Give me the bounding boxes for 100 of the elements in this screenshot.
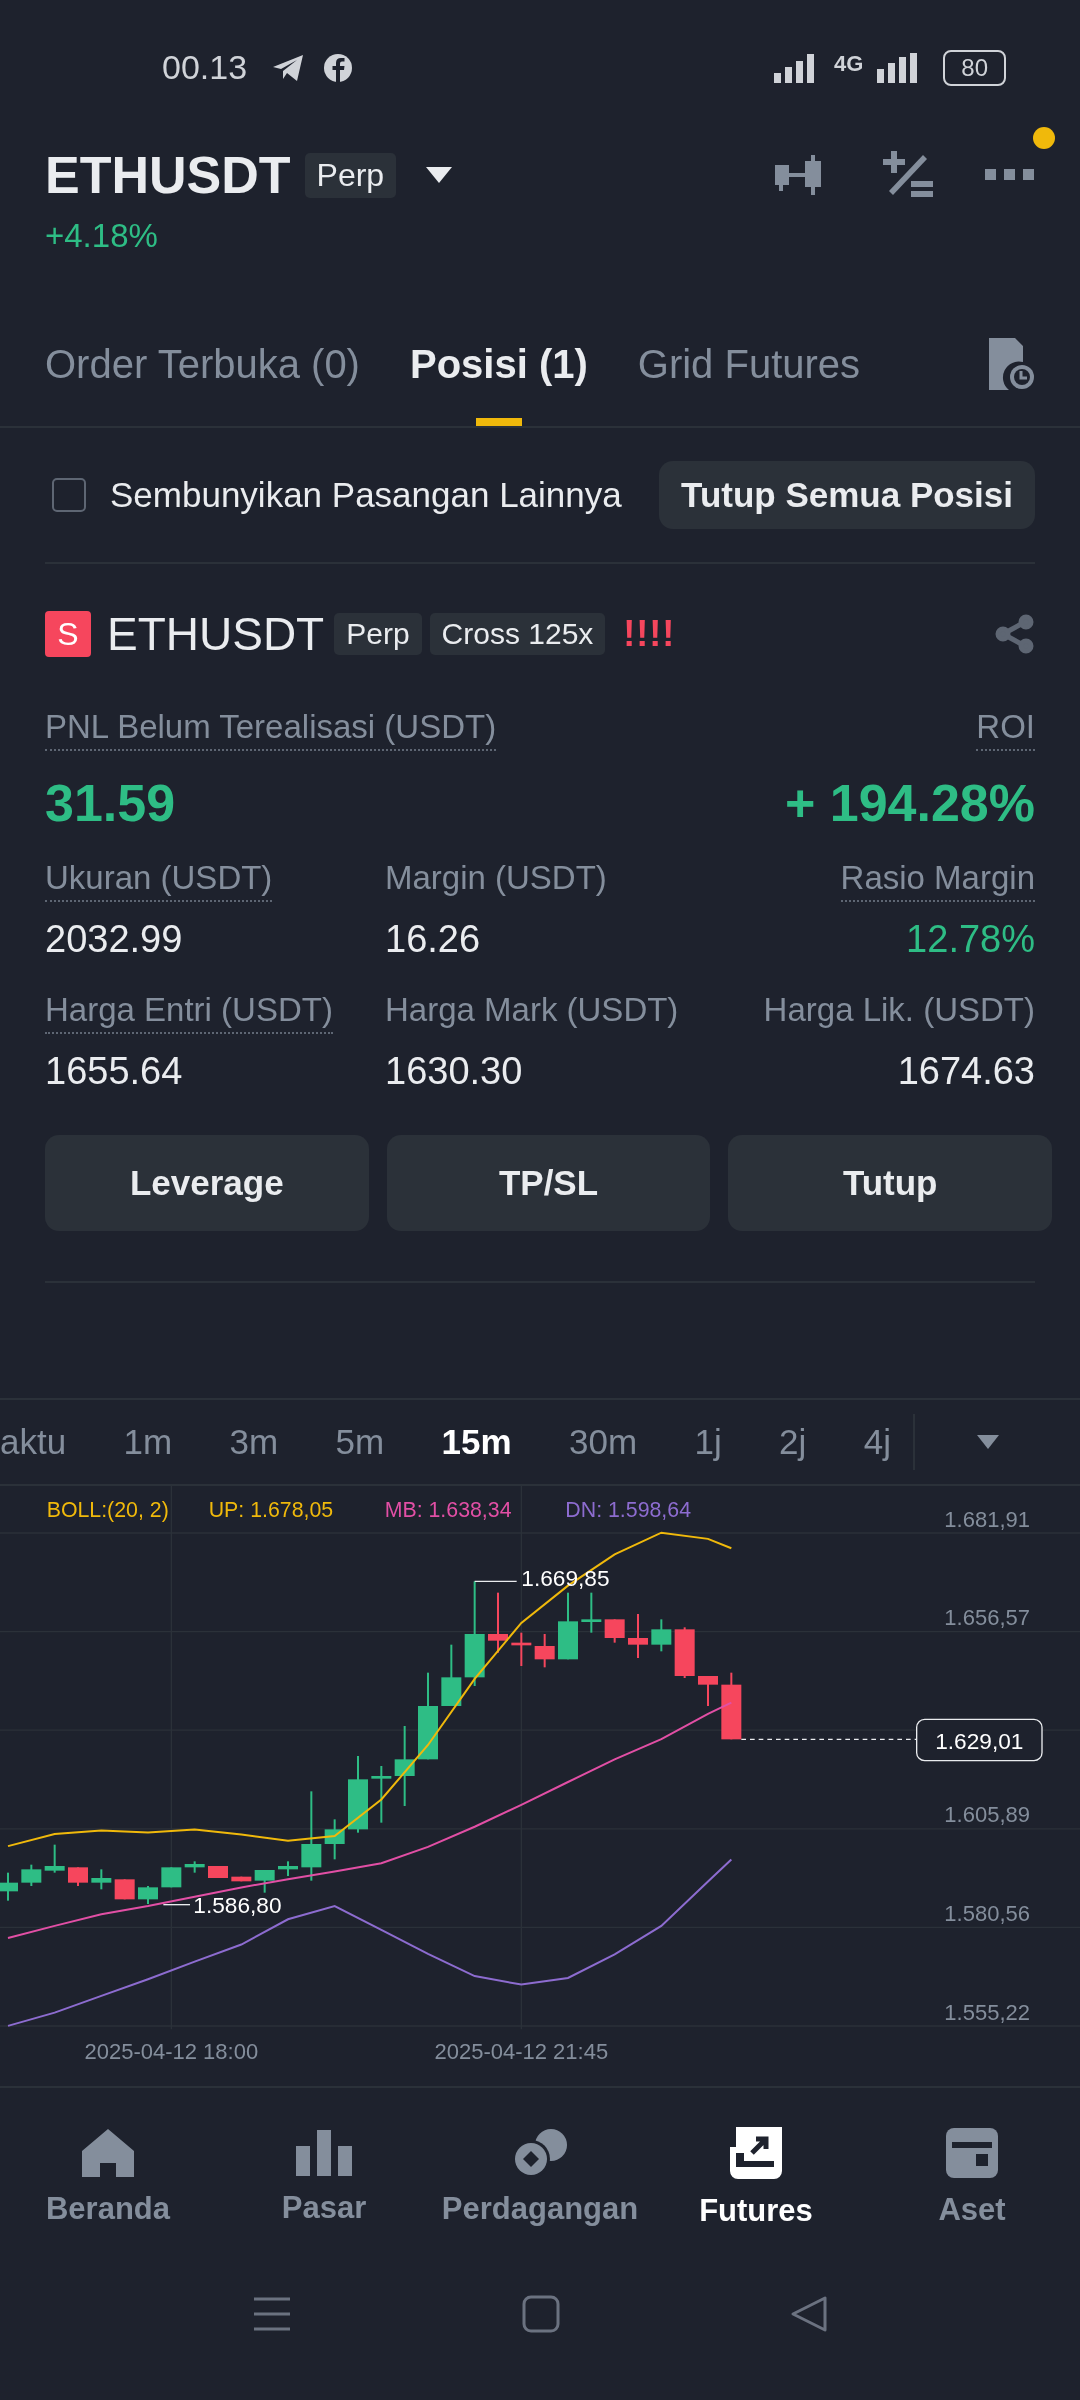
- candle: [371, 1766, 392, 1823]
- home-icon: [82, 2129, 134, 2177]
- share-icon[interactable]: [995, 614, 1035, 654]
- caret-icon[interactable]: [426, 167, 453, 183]
- candle: [441, 1644, 462, 1706]
- position-tab[interactable]: Order Terbuka (0): [45, 302, 360, 426]
- indicator-legend: MB: 1.638,34: [384, 1497, 512, 1522]
- time-axis-label: 2025-04-12 18:00: [84, 2039, 259, 2065]
- more-icon[interactable]: [985, 169, 1035, 181]
- price-change: +4.18%: [45, 217, 159, 255]
- stat-label: Harga Mark (USDT): [385, 991, 679, 1030]
- coins-icon: [513, 2129, 567, 2177]
- interval-tab[interactable]: 5m: [335, 1422, 385, 1462]
- nav-item[interactable]: Aset: [864, 2128, 1080, 2228]
- back-icon[interactable]: [790, 2295, 828, 2333]
- candle: [138, 1886, 158, 1904]
- candle: [651, 1619, 672, 1652]
- nav-item[interactable]: Pasar: [216, 2130, 432, 2226]
- nav-item[interactable]: Futures: [648, 2127, 864, 2229]
- price-scale-label: 1.605,89: [944, 1802, 1030, 1829]
- candle: [208, 1866, 228, 1878]
- price-scale-label: 1.555,22: [944, 1999, 1030, 2026]
- interval-tab[interactable]: 30m: [568, 1422, 638, 1462]
- candle: [184, 1861, 205, 1873]
- battery-indicator: 80: [943, 49, 1006, 86]
- interval-tab[interactable]: 1j: [694, 1422, 722, 1462]
- stat-value: 16.26: [385, 918, 481, 961]
- position-tab[interactable]: Grid Futures: [637, 302, 861, 426]
- candle: [254, 1870, 275, 1893]
- signal-icon: [773, 52, 816, 83]
- signal-icon: [877, 52, 920, 83]
- side-badge: S: [45, 611, 91, 657]
- candle: [511, 1632, 532, 1666]
- position-tag: Perp: [334, 613, 422, 655]
- status-time: 00.13: [162, 48, 248, 87]
- low-price-label: 1.586,80: [193, 1892, 282, 1919]
- round-logo-icon: [323, 52, 354, 83]
- plus-minus-icon[interactable]: [883, 151, 933, 199]
- symbol-title[interactable]: ETHUSDT: [45, 145, 291, 205]
- candle: [0, 1872, 18, 1901]
- bar-chart-icon: [296, 2130, 352, 2176]
- nav-item[interactable]: Perdagangan: [432, 2129, 648, 2227]
- network-label: 4G: [833, 50, 864, 77]
- candle: [698, 1676, 718, 1706]
- menu-icon[interactable]: [252, 2296, 292, 2332]
- interval-tab[interactable]: 3m: [229, 1422, 279, 1462]
- candle: [324, 1819, 345, 1860]
- pnl-label: PNL Belum Terealisasi (USDT): [45, 708, 497, 751]
- interval-tab[interactable]: aktu: [0, 1422, 67, 1462]
- stat-label: Margin (USDT): [385, 859, 607, 898]
- action-button[interactable]: Tutup: [728, 1135, 1052, 1231]
- candle: [534, 1634, 555, 1668]
- interval-tab[interactable]: 1m: [123, 1422, 173, 1462]
- candle: [231, 1876, 252, 1882]
- candle: [114, 1879, 135, 1900]
- position-tab[interactable]: Posisi (1): [409, 302, 588, 426]
- position-symbol: ETHUSDT: [107, 607, 325, 661]
- candle: [278, 1861, 298, 1876]
- stat-value: 12.78%: [906, 918, 1035, 961]
- candle: [161, 1867, 182, 1888]
- candle: [581, 1592, 602, 1633]
- action-button[interactable]: TP/SL: [386, 1135, 711, 1231]
- leader-line: [162, 1904, 191, 1906]
- stat-label: Harga Lik. (USDT): [763, 991, 1035, 1030]
- nav-item[interactable]: Beranda: [0, 2129, 216, 2227]
- risk-indicator: !!!!: [623, 613, 676, 655]
- stat-value: 1655.64: [45, 1050, 183, 1093]
- indicator-legend: BOLL:(20, 2): [46, 1497, 169, 1522]
- candle: [91, 1869, 112, 1890]
- roi-label: ROI: [976, 708, 1035, 751]
- home-button-icon[interactable]: [522, 2295, 560, 2333]
- price-scale-label: 1.580,56: [944, 1901, 1030, 1928]
- candle: [721, 1672, 742, 1740]
- candle: [21, 1864, 42, 1886]
- interval-tab[interactable]: 15m: [441, 1422, 512, 1462]
- checkbox-label: Sembunyikan Pasangan Lainnya: [110, 475, 622, 515]
- candle: [68, 1867, 88, 1886]
- candle: [488, 1592, 508, 1653]
- interval-tab[interactable]: 4j: [863, 1422, 891, 1462]
- roi-value: + 194.28%: [784, 773, 1035, 833]
- candle: [628, 1614, 648, 1658]
- stat-label: Harga Entri (USDT): [45, 991, 333, 1034]
- indicator-legend: DN: 1.598,64: [565, 1497, 691, 1522]
- pnl-value: 31.59: [45, 773, 176, 833]
- futures-icon: [730, 2127, 782, 2179]
- indicator-legend: UP: 1.678,05: [208, 1497, 334, 1522]
- checkbox[interactable]: [52, 478, 86, 512]
- close-all-button[interactable]: Tutup Semua Posisi: [659, 461, 1035, 529]
- wallet-icon: [946, 2128, 998, 2178]
- position-tag: Cross 125x: [429, 613, 606, 655]
- interval-tab[interactable]: 2j: [779, 1422, 807, 1462]
- last-price-tag: 1.629,01: [916, 1718, 1043, 1762]
- history-icon[interactable]: [989, 338, 1035, 390]
- stat-value: 1630.30: [385, 1050, 523, 1093]
- time-axis-label: 2025-04-12 21:45: [434, 2039, 609, 2065]
- candle: [558, 1592, 578, 1660]
- action-button[interactable]: Leverage: [45, 1135, 369, 1231]
- candle: [604, 1619, 625, 1643]
- stat-value: 1674.63: [897, 1050, 1035, 1093]
- paper-plane-icon: [271, 52, 306, 83]
